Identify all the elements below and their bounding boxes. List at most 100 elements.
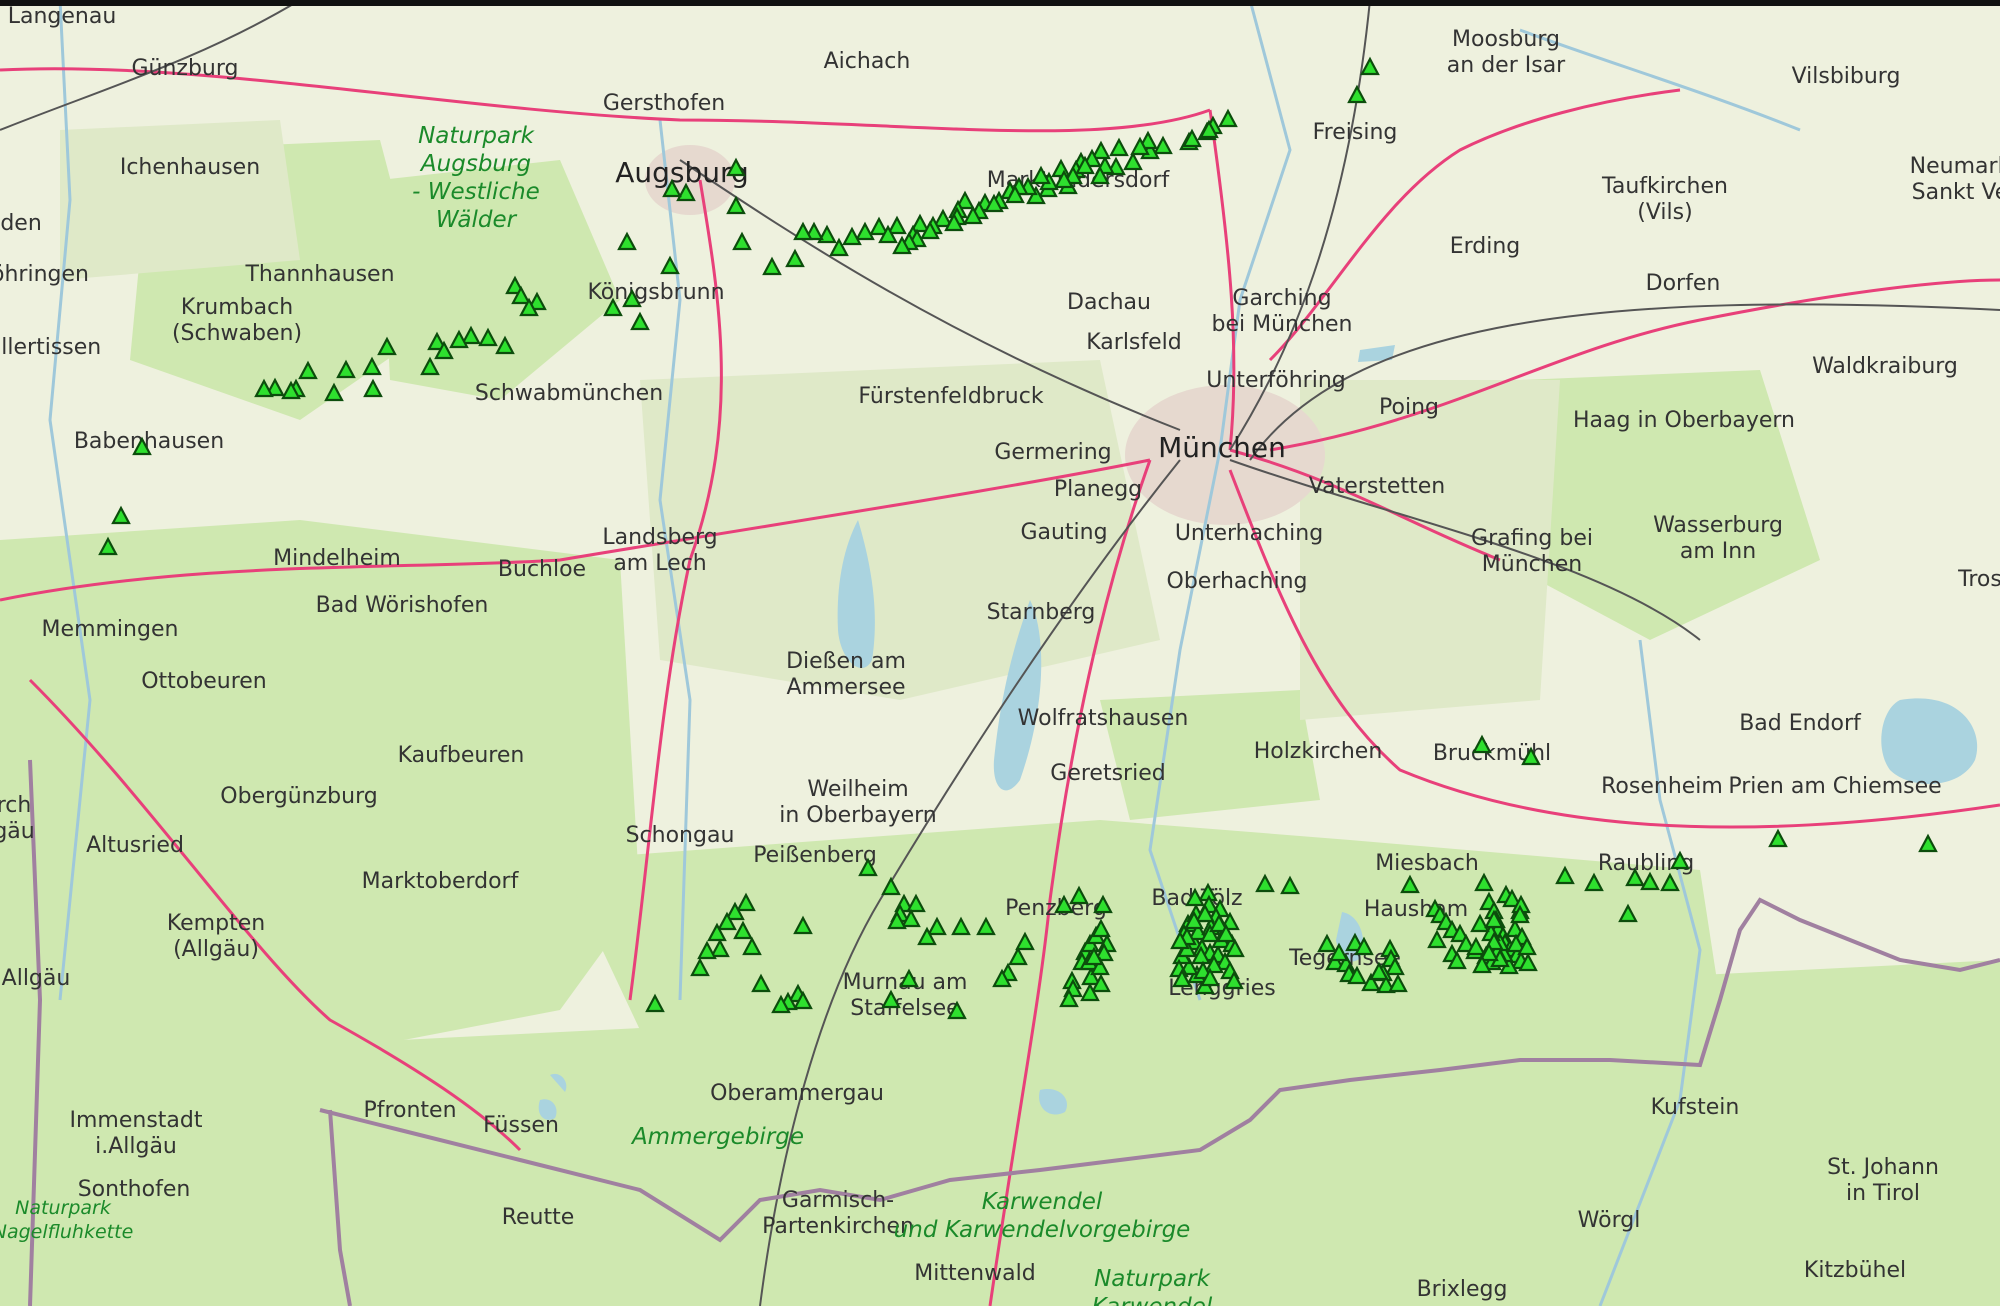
park-label-line: Ammergebirge [630,1124,804,1150]
place-label-kitzbühel: Kitzbühel [1804,1258,1906,1283]
place-label-line: Peißenberg [753,843,877,868]
place-label-gauting: Gauting [1020,520,1107,545]
place-label-line: Gersthofen [603,91,725,116]
place-label-line: Aichach [824,49,911,74]
place-label-allgäu: Allgäu [2,966,71,991]
place-label-dorfen: Dorfen [1646,271,1721,296]
place-label-line: Dorfen [1646,271,1721,296]
place-label-line: Schongau [626,823,735,848]
place-label-pfronten: Pfronten [363,1098,456,1123]
place-label-line: Oberhaching [1167,569,1308,594]
map-canvas[interactable]: Langenau Günzburg Aichach Gersthofen Moosbur… [0,0,2000,1306]
park-label-naturpark-karwendel: Naturpark Karwendel [1092,1266,1213,1306]
place-label-kaufbeuren: Kaufbeuren [398,743,525,768]
place-label-schongau: Schongau [626,823,735,848]
place-label-line: Moosburg [1452,27,1560,52]
park-label-line: Naturpark [418,123,536,149]
place-label-line: Kaufbeuren [398,743,525,768]
place-label-ottobeuren: Ottobeuren [141,669,267,694]
place-label-illertissen: Illertissen [0,335,101,360]
place-label-aichach: Aichach [824,49,911,74]
place-label-kempten-allgäu: Kempten (Allgäu) [167,911,265,962]
place-label-line: iden [0,211,42,236]
place-label-line: Pfronten [363,1098,456,1123]
place-label-rosenheim: Rosenheim [1601,774,1723,799]
place-label-landsberg-am-lech: Landsberg am Lech [602,525,717,576]
place-label-miesbach: Miesbach [1375,851,1479,876]
park-label-line: und Karwendelvorgebirge [894,1217,1191,1243]
place-label-vaterstetten: Vaterstetten [1309,474,1445,499]
park-label-line: Naturpark [1094,1266,1212,1292]
place-label-line: Tros [1957,567,2000,592]
place-label-line: i.Allgäu [95,1134,177,1159]
place-label-line: rch [0,793,31,818]
place-label-germering: Germering [994,440,1111,465]
place-label-obergünzburg: Obergünzburg [220,784,377,809]
place-label-line: Planegg [1054,477,1142,502]
place-label-bad-endorf: Bad Endorf [1739,711,1862,736]
park-label-ammergebirge: Ammergebirge [630,1124,804,1150]
place-label-mindelheim: Mindelheim [273,546,401,571]
place-label-line: Thannhausen [244,262,394,287]
place-label-line: Illertissen [0,335,101,360]
place-label-line: Prien am Chiemsee [1728,774,1941,799]
place-label-tros: Tros [1957,567,2000,592]
place-label-geretsried: Geretsried [1050,761,1165,786]
park-label-line: Karwendel [982,1189,1103,1215]
place-label-buchloe: Buchloe [498,557,586,582]
place-label-line: Weilheim [807,777,908,802]
place-label-line: Kitzbühel [1804,1258,1906,1283]
place-label-line: Garching [1232,286,1331,311]
place-label-füssen: Füssen [483,1113,559,1138]
place-label-line: Dießen am [786,649,906,674]
park-label-line: Naturpark [15,1197,112,1219]
place-label-line: Dachau [1067,290,1151,315]
place-label-line: Buchloe [498,557,586,582]
place-label-line: Taufkirchen [1601,174,1728,199]
place-label-wolfratshausen: Wolfratshausen [1018,706,1189,731]
place-label-line: in Oberbayern [779,803,937,828]
place-label-vilsbiburg: Vilsbiburg [1792,64,1901,89]
place-label-garmisch-partenkirchen: Garmisch-Partenkirchen [762,1188,914,1239]
place-label-oberammergau: Oberammergau [710,1081,884,1106]
place-label-line: Bad Endorf [1739,711,1862,736]
place-label-line: Germering [994,440,1111,465]
place-label-line: Hausham [1364,897,1468,922]
place-label-line: Unterhaching [1175,521,1323,546]
place-label-line: (Allgäu) [173,937,259,962]
park-label-line: Wälder [436,207,518,233]
place-label-dießen-am-ammersee: Dießen am Ammersee [786,649,906,700]
place-label-planegg: Planegg [1054,477,1142,502]
place-label-haag-in-oberbayern: Haag in Oberbayern [1573,408,1795,433]
place-label-line: Kufstein [1651,1095,1740,1120]
place-label-line: Sankt Ve [1912,180,2000,205]
place-label-erding: Erding [1450,234,1521,259]
map-view[interactable]: Langenau Günzburg Aichach Gersthofen Moosbur… [0,0,2000,1306]
place-label-line: Memmingen [42,617,179,642]
place-label-line: Füssen [483,1113,559,1138]
place-label-starnberg: Starnberg [987,600,1096,625]
place-label-line: Waldkraiburg [1812,354,1958,379]
park-label-line: Karwendel [1092,1294,1213,1306]
place-label-line: Gauting [1020,520,1107,545]
place-label-line: gäu [0,819,35,844]
place-label-ichenhausen: Ichenhausen [120,155,260,180]
place-label-neumark-sankt-ve: NeumarkSankt Ve [1910,154,2000,205]
place-label-schwabmünchen: Schwabmünchen [475,381,663,406]
place-label-line: Holzkirchen [1254,739,1383,764]
place-label-line: Mindelheim [273,546,401,571]
place-label-line: Landsberg [602,525,717,550]
place-label-line: Immenstadt [70,1108,203,1133]
place-label-marktoberdorf: Marktoberdorf [362,869,520,894]
place-label-line: Wasserburg [1653,513,1783,538]
place-label-line: in Tirol [1846,1181,1920,1206]
place-label-line: Schwabmünchen [475,381,663,406]
place-label-line: Starnberg [987,600,1096,625]
place-label-iden: iden [0,211,42,236]
place-label-line: Ottobeuren [141,669,267,694]
place-label-memmingen: Memmingen [42,617,179,642]
place-label-line: Mittenwald [914,1261,1035,1286]
park-label-line: Augsburg [419,151,531,177]
place-label-mittenwald: Mittenwald [914,1261,1035,1286]
park-label-line: Nagelfluhkette [0,1221,133,1243]
